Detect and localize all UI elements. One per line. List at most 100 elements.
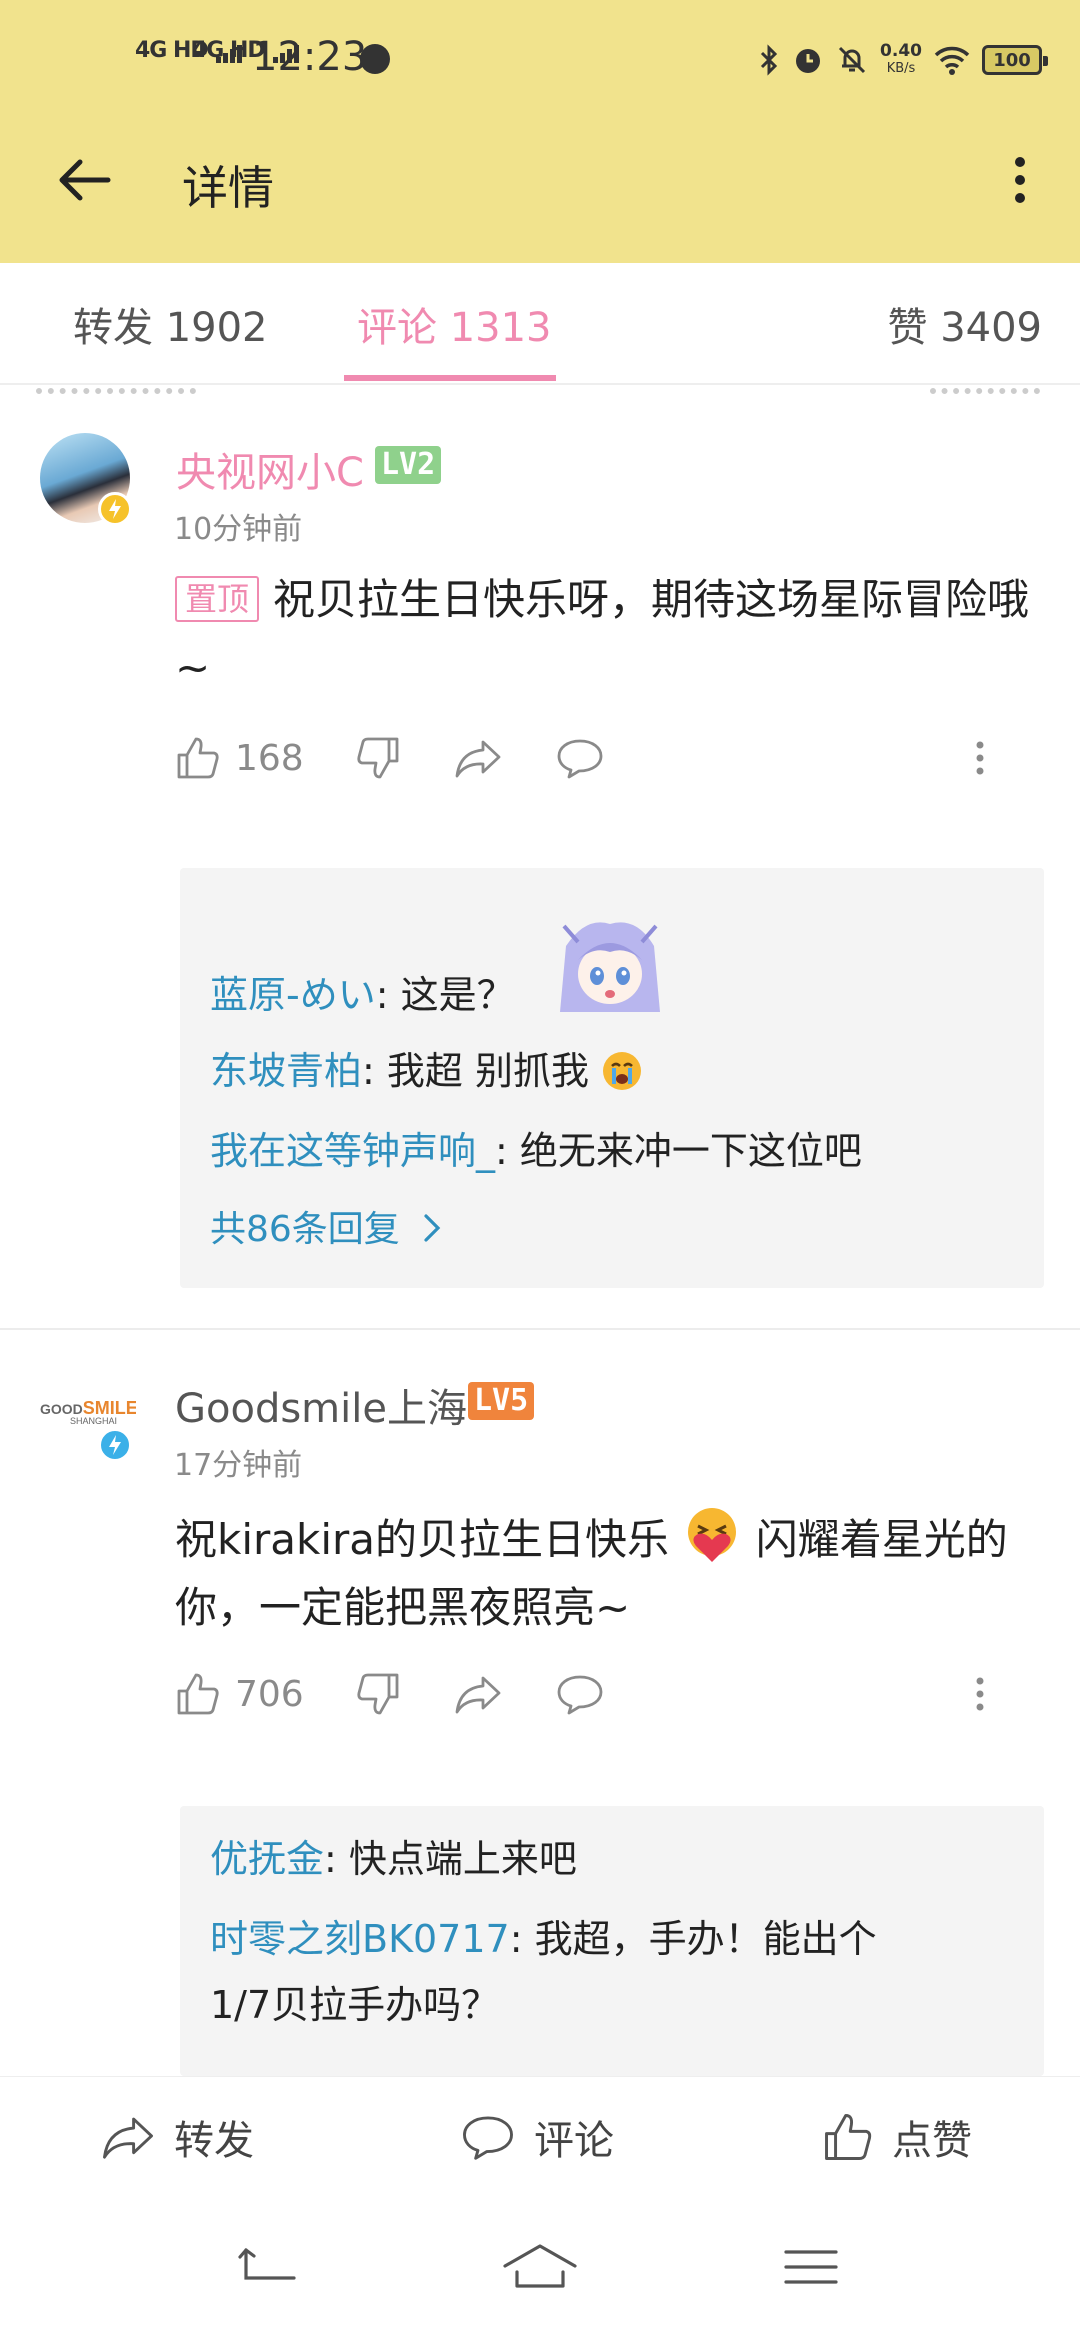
thumbs-down-icon — [357, 737, 399, 779]
share-arrow-icon — [455, 740, 501, 778]
like-count: 168 — [235, 737, 304, 779]
comment-more-button[interactable] — [965, 1664, 995, 1724]
reply-username[interactable]: 时零之刻BK0717 — [210, 1917, 510, 1961]
thumbs-down-icon — [357, 1673, 399, 1715]
crying-emoji-icon — [603, 1052, 642, 1090]
comment-time: 17分钟前 — [174, 1448, 303, 1483]
net-speed-unit: KB/s — [886, 61, 916, 76]
dislike-button[interactable] — [355, 728, 401, 788]
like-post-button[interactable]: 点赞 — [822, 2107, 972, 2167]
tab-bar: 转发 1902 评论 1313 赞 3409 — [0, 263, 1080, 385]
comment-username[interactable]: 央视网小C — [176, 440, 364, 498]
reply-username[interactable]: 优抚金 — [210, 1837, 324, 1881]
share-arrow-icon — [455, 1676, 501, 1714]
comment-username[interactable]: Goodsmile上海 — [175, 1376, 467, 1434]
reply-item[interactable]: 我在这等钟声响_: 绝无来冲一下这位吧 — [210, 1120, 862, 1175]
reply-text: 1/7贝拉手办吗？ — [210, 1983, 500, 2027]
tab-repost[interactable]: 转发 1902 — [73, 295, 268, 353]
share-arrow-icon — [103, 2117, 153, 2159]
page-title: 详情 — [182, 161, 274, 215]
logo-word-smile: SMILE — [82, 1398, 136, 1418]
comment-divider — [0, 1328, 1080, 1330]
anime-sticker — [556, 916, 664, 1016]
status-icons: 0.40 KB/s 100 — [758, 40, 1048, 80]
comment-body-part1: 祝kirakira的贝拉生日快乐 — [175, 1515, 669, 1564]
bluetooth-icon — [760, 44, 778, 76]
scrolled-content-edge — [930, 388, 1040, 396]
thumbs-up-icon — [177, 737, 219, 779]
nav-home-icon — [503, 2244, 577, 2288]
reply-item[interactable]: 蓝原-めい: 这是？ — [210, 964, 515, 1019]
comment-body: 祝贝拉生日快乐呀，期待这场星际冒险哦~ — [175, 575, 1030, 692]
reply-username[interactable]: 东坡青柏 — [210, 1049, 362, 1093]
view-all-replies-link[interactable]: 共86条回复 — [210, 1200, 447, 1252]
logo-word-good: GOOD — [40, 1401, 83, 1417]
chevron-right-icon — [424, 1214, 441, 1242]
comment-button[interactable]: 评论 — [460, 2107, 614, 2167]
reply-count-label: 共86条回复 — [210, 1209, 400, 1250]
reply-item[interactable]: 优抚金: 快点端上来吧 — [210, 1828, 577, 1883]
tab-comment[interactable]: 评论 1313 — [357, 295, 552, 353]
share-button[interactable] — [453, 728, 503, 788]
more-vertical-icon — [1015, 157, 1025, 203]
reply-username[interactable]: 蓝原-めい — [210, 973, 376, 1017]
thumbs-up-icon — [825, 2114, 872, 2160]
scrolled-content-edge — [36, 388, 196, 396]
arrow-left-icon — [59, 159, 111, 201]
like-button[interactable]: 168 — [175, 728, 304, 788]
comment-more-button[interactable] — [965, 728, 995, 788]
comment-actions: 168 — [175, 728, 1035, 788]
notification-badge-icon — [360, 44, 390, 74]
reply-item[interactable]: 时零之刻BK0717: 我超，手办！能出个 — [210, 1908, 877, 1963]
like-label: 点赞 — [892, 2118, 972, 2164]
system-nav-bar — [0, 2202, 1080, 2340]
reply-preview-box[interactable]: 优抚金: 快点端上来吧 时零之刻BK0717: 我超，手办！能出个 1/7贝拉手… — [180, 1806, 1044, 2076]
nav-back-button[interactable] — [224, 2232, 314, 2302]
logo-subtitle: SHANGHAI — [70, 1416, 118, 1426]
clock: 12:23 — [252, 34, 368, 80]
pinned-tag: 置顶 — [175, 576, 260, 622]
more-options-button[interactable] — [1000, 150, 1040, 210]
hugging-emoji-icon — [688, 1508, 737, 1562]
reply-item-continued[interactable]: 1/7贝拉手办吗？ — [210, 1974, 499, 2029]
reply-text: : 快点端上来吧 — [324, 1837, 577, 1881]
wifi-icon — [934, 46, 970, 75]
avatar[interactable]: GOODSMILE SHANGHAI — [36, 1368, 136, 1438]
tab-like[interactable]: 赞 3409 — [887, 295, 1042, 353]
reply-preview-box[interactable]: 蓝原-めい: 这是？ 东坡青柏: 我超 别抓我 我在这等钟声响_: 绝无来冲一下… — [180, 868, 1044, 1288]
net-speed-value: 0.40 — [880, 41, 922, 61]
bottom-action-bar: 转发 评论 点赞 — [0, 2076, 1080, 2202]
thumbs-up-icon — [177, 1673, 219, 1715]
reply-text: : 这是？ — [375, 973, 515, 1017]
repost-label: 转发 — [174, 2118, 254, 2164]
comment-actions: 706 — [175, 1664, 1035, 1724]
battery-icon: 100 — [982, 45, 1048, 75]
repost-button[interactable]: 转发 — [100, 2107, 254, 2167]
battery-level: 100 — [993, 49, 1031, 71]
status-bar: 4G HD 4G HD 12:23 0.40 KB/s 100 — [0, 0, 1080, 120]
reply-text: : 绝无来冲一下这位吧 — [495, 1129, 862, 1173]
share-button[interactable] — [453, 1664, 503, 1724]
reply-text: : 我超，手办！能出个 — [509, 1917, 877, 1961]
speech-bubble-icon — [557, 739, 603, 779]
more-vertical-icon — [976, 741, 984, 775]
mute-icon — [838, 46, 866, 74]
comment-text: 置顶 祝贝拉生日快乐呀，期待这场星际冒险哦~ — [175, 566, 1035, 702]
dislike-button[interactable] — [355, 1664, 401, 1724]
level-badge: LV5 — [468, 1382, 535, 1420]
comment-time: 10分钟前 — [174, 512, 303, 547]
verified-badge-icon — [98, 492, 132, 526]
reply-item[interactable]: 东坡青柏: 我超 别抓我 — [210, 1040, 643, 1095]
speech-bubble-icon — [557, 1675, 603, 1715]
reply-username[interactable]: 我在这等钟声响_ — [210, 1129, 495, 1173]
alarm-icon — [796, 49, 821, 73]
like-button[interactable]: 706 — [175, 1664, 304, 1724]
reply-button[interactable] — [555, 1664, 605, 1724]
nav-menu-button[interactable] — [766, 2232, 856, 2302]
nav-home-button[interactable] — [495, 2232, 585, 2302]
active-tab-indicator — [344, 375, 556, 381]
speech-bubble-icon — [463, 2116, 513, 2160]
more-vertical-icon — [976, 1677, 984, 1711]
reply-button[interactable] — [555, 728, 605, 788]
back-button[interactable] — [50, 150, 120, 210]
